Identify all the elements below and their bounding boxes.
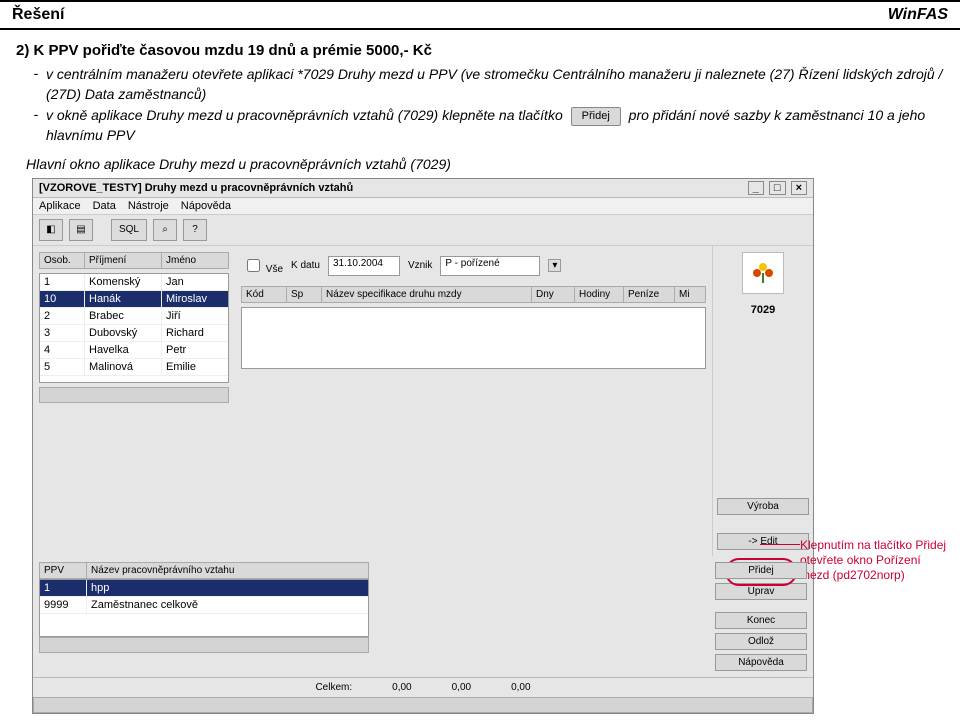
close-icon[interactable]: × [791,181,807,195]
toolbar-btn-2[interactable]: ▤ [69,219,93,241]
flower-icon [742,252,784,294]
table-row: 1KomenskýJan [40,274,228,291]
brand: WinFAS [888,6,948,24]
menu-data[interactable]: Data [93,200,116,212]
table-row: 2BrabecJiří [40,308,228,325]
col-ppv-name: Název pracovněprávního vztahu [87,563,368,578]
toolbar-sql-button[interactable]: SQL [111,219,147,241]
bullet-text-2a: v okně aplikace Druhy mezd u pracovněprá… [46,107,563,123]
col-nazev: Název specifikace druhu mzdy [322,287,532,302]
spec-header: Kód Sp Název specifikace druhu mzdy Dny … [241,286,706,303]
table-row: 4HavelkaPetr [40,342,228,359]
callout-line [760,544,800,545]
col-dny: Dny [532,287,575,302]
footer-celkem: Celkem: [315,682,352,693]
menu-nastroje[interactable]: Nástroje [128,200,169,212]
footer-bar: Celkem: 0,00 0,00 0,00 [33,677,813,697]
konec-button[interactable]: Konec [715,612,807,629]
col-prijmeni: Příjmení [85,253,162,268]
footer-v2: 0,00 [452,682,471,693]
ppv-section: PPV Název pracovněprávního vztahu 1hpp 9… [33,556,813,677]
window-controls: _ □ × [746,182,807,194]
toolbar-btn-1[interactable]: ◧ [39,219,63,241]
col-kod: Kód [242,287,287,302]
filter-vse-checkbox[interactable] [247,259,260,272]
ppv-columns: PPV Název pracovněprávního vztahu [39,562,369,579]
subheading: Hlavní okno aplikace Druhy mezd u pracov… [26,156,944,172]
window-title: [VZOROVE_TESTY] Druhy mezd u pracovněprá… [39,182,353,194]
col-jmeno: Jméno [162,253,228,268]
header-left: Řešení [12,6,64,24]
vyroba-button[interactable]: Výroba [717,498,809,515]
dropdown-arrow-icon[interactable]: ▾ [548,259,561,272]
section-heading: 2) K PPV pořiďte časovou mzdu 19 dnů a p… [16,42,944,59]
maximize-icon[interactable]: □ [769,181,786,195]
right-pane: 7029 Výroba -> Edit [712,246,813,556]
callout-text: Klepnutím na tlačítko Přidej otevřete ok… [800,538,950,583]
pridej-inline-button[interactable]: Přidej [571,107,621,126]
table-row: 3DubovskýRichard [40,325,228,342]
bullet-text-2: v okně aplikace Druhy mezd u pracovněprá… [46,106,944,146]
header-bar: Řešení WinFAS [0,0,960,30]
bullet-dash: - [26,65,46,81]
titlebar: [VZOROVE_TESTY] Druhy mezd u pracovněprá… [33,179,813,198]
napoveda-button[interactable]: Nápověda [715,654,807,671]
minimize-icon[interactable]: _ [748,181,764,195]
table-row-selected: 10HanákMiroslav [40,291,228,308]
filter-row: Vše K datu 31.10.2004 Vznik P - pořízené… [241,252,706,280]
odloz-button[interactable]: Odlož [715,633,807,650]
edit-button[interactable]: -> Edit [717,533,809,550]
bullet-text-1: v centrálním manažeru otevřete aplikaci … [46,65,944,104]
app-window: [VZOROVE_TESTY] Druhy mezd u pracovněprá… [32,178,814,714]
ppv-buttons: Přidej Uprav Konec Odlož Nápověda [715,562,807,671]
spec-grid[interactable] [241,307,706,369]
employees-hscroll[interactable] [39,387,229,403]
spec-pane: Vše K datu 31.10.2004 Vznik P - pořízené… [235,246,712,556]
table-row: 5MalinováEmilie [40,359,228,376]
filter-kdatu-input[interactable]: 31.10.2004 [328,256,400,276]
col-osob: Osob. [40,253,85,268]
col-penize: Peníze [624,287,675,302]
bullet-list: - v centrálním manažeru otevřete aplikac… [26,65,944,146]
window-hscroll[interactable] [33,697,813,713]
filter-vse[interactable]: Vše [243,256,283,275]
filter-vznik-label: Vznik [408,260,432,271]
col-mi: Mi [675,287,705,302]
filter-vznik-select[interactable]: P - pořízené [440,256,540,276]
bullet-dash: - [26,106,46,122]
menu-aplikace[interactable]: Aplikace [39,200,81,212]
ppv-hscroll[interactable] [39,637,369,653]
ppv-grid[interactable]: 1hpp 9999Zaměstnanec celkově [39,579,369,637]
ppv-left: PPV Název pracovněprávního vztahu 1hpp 9… [39,562,369,671]
code-label: 7029 [717,304,809,316]
menu-napoveda[interactable]: Nápověda [181,200,231,212]
table-row: 9999Zaměstnanec celkově [40,597,368,614]
toolbar-btn-3[interactable]: ⌕ [153,219,177,241]
employees-grid[interactable]: 1KomenskýJan 10HanákMiroslav 2BrabecJiří… [39,273,229,383]
footer-v3: 0,00 [511,682,530,693]
col-sp: Sp [287,287,322,302]
col-hodiny: Hodiny [575,287,624,302]
work-area: Osob. Příjmení Jméno 1KomenskýJan 10Haná… [33,246,813,556]
pridej-button[interactable]: Přidej [715,562,807,579]
col-ppv: PPV [40,563,87,578]
employees-header: Osob. Příjmení Jméno [39,252,229,269]
uprav-button[interactable]: Uprav [715,583,807,600]
employees-pane: Osob. Příjmení Jméno 1KomenskýJan 10Haná… [33,246,235,556]
footer-v1: 0,00 [392,682,411,693]
toolbar: ◧ ▤ SQL ⌕ ? [33,215,813,246]
filter-kdatu-label: K datu [291,260,320,271]
menubar[interactable]: Aplikace Data Nástroje Nápověda [33,198,813,215]
table-row-selected: 1hpp [40,580,368,597]
toolbar-btn-4[interactable]: ? [183,219,207,241]
